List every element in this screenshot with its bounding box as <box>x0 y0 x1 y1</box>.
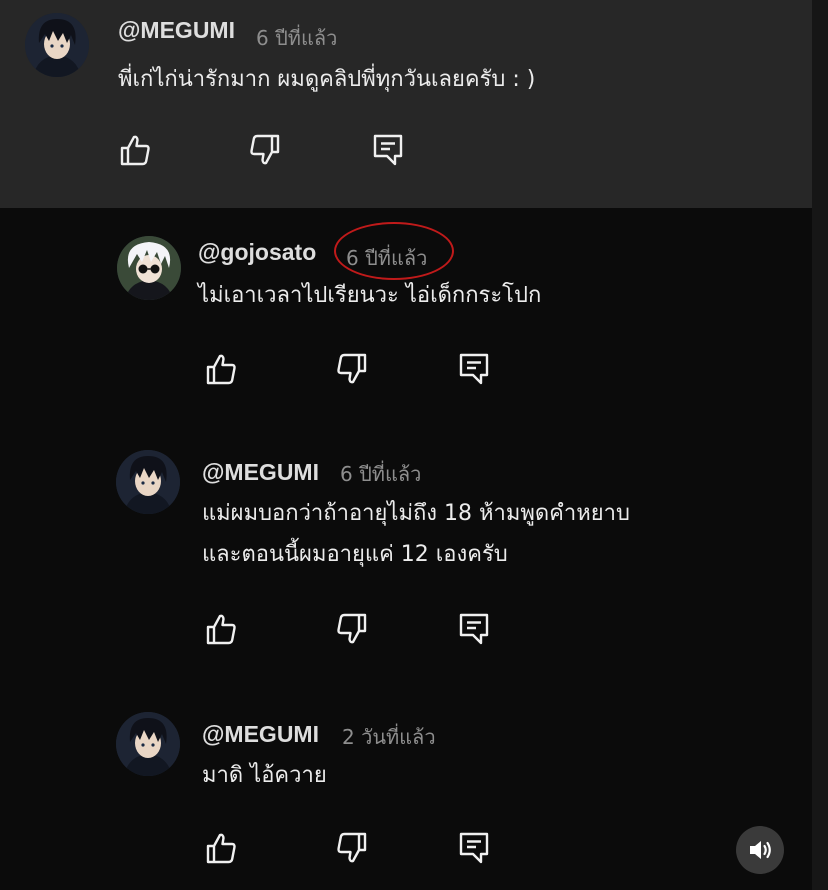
megumi-avatar-icon <box>116 450 180 514</box>
thumbs-up-icon <box>206 614 236 645</box>
avatar[interactable] <box>117 236 181 300</box>
thumbs-up-icon <box>206 833 236 864</box>
thumbs-down-icon <box>337 832 367 863</box>
reply-icon <box>373 134 403 166</box>
dislike-button[interactable] <box>334 351 370 387</box>
reply-button[interactable] <box>456 610 492 646</box>
reply-button[interactable] <box>456 829 492 865</box>
dislike-button[interactable] <box>334 830 370 866</box>
scroll-edge <box>812 0 828 890</box>
volume-icon <box>750 841 771 859</box>
reply-icon <box>459 613 489 645</box>
reply-button[interactable] <box>370 131 406 167</box>
comment-text: มาดิ ไอ้ควาย <box>202 763 327 788</box>
comment-author[interactable]: @MEGUMI <box>202 459 319 486</box>
avatar[interactable] <box>116 712 180 776</box>
thumbs-up-icon <box>206 354 236 385</box>
volume-button[interactable] <box>736 826 784 874</box>
comment-timestamp: 2 วันที่แล้ว <box>342 725 436 749</box>
comment-author[interactable]: @MEGUMI <box>118 17 235 44</box>
annotation-circle <box>334 222 454 280</box>
comment-text: พี่เก่ไก่น่ารักมาก ผมดูคลิปพี่ทุกวันเลยค… <box>118 67 536 92</box>
reply-button[interactable] <box>456 350 492 386</box>
thumbs-down-icon <box>250 134 280 165</box>
megumi-avatar-icon <box>116 712 180 776</box>
like-button[interactable] <box>203 830 239 866</box>
dislike-button[interactable] <box>247 132 283 168</box>
avatar[interactable] <box>116 450 180 514</box>
comment-text-line: และตอนนี้ผมอายุแค่ 12 เองครับ <box>202 542 508 567</box>
like-button[interactable] <box>203 611 239 647</box>
avatar[interactable] <box>25 13 89 77</box>
reply-icon <box>459 353 489 385</box>
comment-author[interactable]: @gojosato <box>198 239 316 266</box>
thumbs-up-icon <box>120 135 150 166</box>
thumbs-down-icon <box>337 613 367 644</box>
reply-icon <box>459 832 489 864</box>
megumi-avatar-icon <box>25 13 89 77</box>
thumbs-down-icon <box>337 353 367 384</box>
comment-timestamp: 6 ปีที่แล้ว <box>256 26 338 50</box>
comment-timestamp: 6 ปีที่แล้ว <box>340 462 422 486</box>
comment-text-line: แม่ผมบอกว่าถ้าอายุไม่ถึง 18 ห้ามพูดคำหยา… <box>202 501 630 526</box>
gojo-avatar-icon <box>117 236 181 300</box>
like-button[interactable] <box>117 132 153 168</box>
comment-thread: @MEGUMI 6 ปีที่แล้ว พี่เก่ไก่น่ารักมาก ผ… <box>0 0 828 890</box>
comment-text: ไม่เอาเวลาไปเรียนวะ ไอ่เด็กกระโปก <box>198 283 542 308</box>
like-button[interactable] <box>203 351 239 387</box>
dislike-button[interactable] <box>334 611 370 647</box>
comment-author[interactable]: @MEGUMI <box>202 721 319 748</box>
